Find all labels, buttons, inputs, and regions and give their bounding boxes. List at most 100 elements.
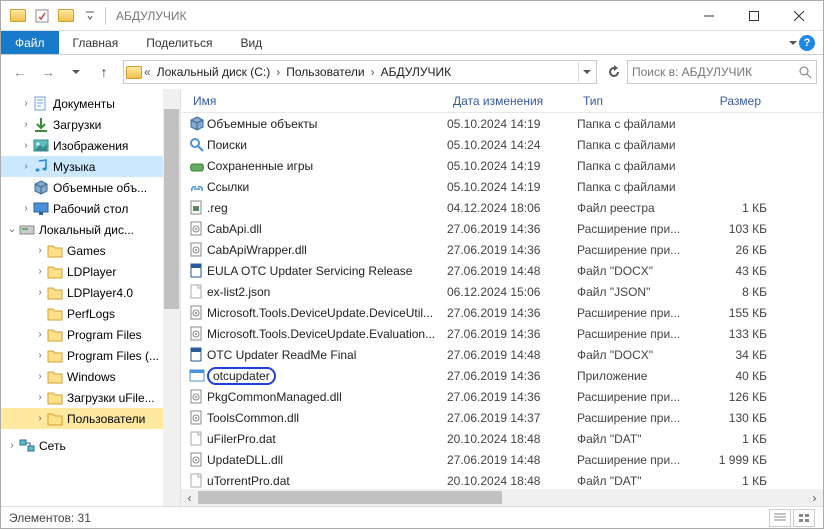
tree-item-label: Локальный дис... <box>39 223 134 237</box>
help-icon[interactable]: ? <box>799 35 815 51</box>
tree-item[interactable]: ›Документы <box>1 93 180 114</box>
tree-item[interactable]: ›LDPlayer4.0 <box>1 282 180 303</box>
file-row[interactable]: Microsoft.Tools.DeviceUpdate.DeviceUtil.… <box>181 302 823 323</box>
file-row[interactable]: Сохраненные игры05.10.2024 14:19Папка с … <box>181 155 823 176</box>
ribbon-expand-icon[interactable] <box>789 41 797 45</box>
tree-twisty-icon[interactable]: › <box>33 266 47 277</box>
file-row[interactable]: PkgCommonManaged.dll27.06.2019 14:36Расш… <box>181 386 823 407</box>
qat-new-folder-icon[interactable] <box>55 5 77 27</box>
tree-item[interactable]: ›Изображения <box>1 135 180 156</box>
file-row[interactable]: .reg04.12.2024 18:06Файл реестра1 КБ <box>181 197 823 218</box>
back-button[interactable]: ← <box>7 59 33 85</box>
tree-item[interactable]: ›Windows <box>1 366 180 387</box>
tree-twisty-icon[interactable]: › <box>19 98 33 109</box>
tree-twisty-icon[interactable]: › <box>33 371 47 382</box>
file-row[interactable]: Объемные объекты05.10.2024 14:19Папка с … <box>181 113 823 134</box>
tree-item-label: Рабочий стол <box>53 202 128 216</box>
tree-item[interactable]: › Рабочий стол <box>1 198 180 219</box>
col-date[interactable]: Дата изменения <box>447 94 577 108</box>
file-date: 27.06.2019 14:36 <box>447 327 577 341</box>
search-icon[interactable] <box>798 65 812 79</box>
tab-file[interactable]: Файл <box>1 31 59 54</box>
tree-item-label: Games <box>67 244 106 258</box>
tree-item-label: Объемные объ... <box>53 181 147 195</box>
chevron-right-icon[interactable]: › <box>371 65 375 79</box>
col-size[interactable]: Размер <box>707 94 767 108</box>
nav-tree: ›Документы›Загрузки›Изображения›Музыка Об… <box>1 89 181 506</box>
recent-locations-icon[interactable] <box>63 59 89 85</box>
file-row[interactable]: ex-list2.json06.12.2024 15:06Файл "JSON"… <box>181 281 823 302</box>
tree-item[interactable]: ›Пользователи <box>1 408 180 429</box>
tree-twisty-icon[interactable]: › <box>33 392 47 403</box>
file-size: 155 КБ <box>707 306 767 320</box>
tree-twisty-icon[interactable]: › <box>33 245 47 256</box>
address-dropdown-icon[interactable] <box>578 62 594 82</box>
col-type[interactable]: Тип <box>577 94 707 108</box>
tree-item[interactable]: ›Загрузки uFile... <box>1 387 180 408</box>
breadcrumb[interactable]: Локальный диск (C:) <box>153 65 275 79</box>
search-input[interactable]: Поиск в: АБДУЛУЧИК <box>627 60 817 84</box>
main-area: ›Документы›Загрузки›Изображения›Музыка Об… <box>1 89 823 506</box>
maximize-button[interactable] <box>731 1 776 30</box>
breadcrumb[interactable]: АБДУЛУЧИК <box>377 65 455 79</box>
tree-item[interactable]: ›Музыка <box>1 156 180 177</box>
tree-item[interactable]: ›Program Files (... <box>1 345 180 366</box>
tree-item[interactable]: › Games <box>1 240 180 261</box>
tree-item[interactable]: Объемные объ... <box>1 177 180 198</box>
tree-twisty-icon[interactable]: › <box>19 161 33 172</box>
col-name[interactable]: Имя <box>187 94 447 108</box>
large-icons-view-icon[interactable] <box>793 509 815 527</box>
file-row[interactable]: CabApiWrapper.dll27.06.2019 14:36Расшире… <box>181 239 823 260</box>
file-name: CabApi.dll <box>207 222 447 236</box>
minimize-button[interactable] <box>686 1 731 30</box>
tree-item[interactable]: ⌄ Локальный дис... <box>1 219 180 240</box>
tree-item[interactable]: ›Сеть <box>1 435 180 456</box>
tab-home[interactable]: Главная <box>59 31 133 54</box>
file-row[interactable]: OTC Updater ReadMe Final27.06.2019 14:48… <box>181 344 823 365</box>
scroll-left-icon[interactable]: ‹ <box>181 489 198 506</box>
tree-item[interactable]: ›Загрузки <box>1 114 180 135</box>
cube-icon <box>187 116 207 132</box>
file-type: Папка с файлами <box>577 159 707 173</box>
file-row[interactable]: uFilerPro.dat20.10.2024 18:48Файл "DAT"1… <box>181 428 823 449</box>
tree-twisty-icon[interactable]: › <box>19 119 33 130</box>
file-row[interactable]: UpdateDLL.dll27.06.2019 14:48Расширение … <box>181 449 823 470</box>
chevron-right-icon[interactable]: › <box>276 65 280 79</box>
tree-twisty-icon[interactable]: › <box>19 203 33 214</box>
file-row[interactable]: Поиски05.10.2024 14:24Папка с файлами <box>181 134 823 155</box>
chevron-right-icon[interactable]: « <box>144 65 151 79</box>
link-icon <box>187 179 207 195</box>
file-type: Расширение при... <box>577 411 707 425</box>
tree-item[interactable]: PerfLogs <box>1 303 180 324</box>
tree-twisty-icon[interactable]: › <box>5 440 19 451</box>
file-row[interactable]: ToolsCommon.dll27.06.2019 14:37Расширени… <box>181 407 823 428</box>
tree-twisty-icon[interactable]: › <box>33 350 47 361</box>
tree-twisty-icon[interactable]: › <box>33 329 47 340</box>
qat-dropdown-icon[interactable] <box>79 5 101 27</box>
forward-button[interactable]: → <box>35 59 61 85</box>
file-row[interactable]: CabApi.dll27.06.2019 14:36Расширение при… <box>181 218 823 239</box>
horizontal-scrollbar[interactable]: ‹ › <box>181 489 823 506</box>
tree-twisty-icon[interactable]: › <box>33 287 47 298</box>
tree-twisty-icon[interactable]: › <box>19 140 33 151</box>
tree-item[interactable]: ›Program Files <box>1 324 180 345</box>
tree-twisty-icon[interactable]: › <box>33 413 47 424</box>
tab-share[interactable]: Поделиться <box>132 31 226 54</box>
file-row[interactable]: Microsoft.Tools.DeviceUpdate.Evaluation.… <box>181 323 823 344</box>
breadcrumb[interactable]: Пользователи <box>282 65 368 79</box>
up-button[interactable]: ↑ <box>91 59 117 85</box>
scroll-right-icon[interactable]: › <box>806 489 823 506</box>
file-row[interactable]: EULA OTC Updater Servicing Release27.06.… <box>181 260 823 281</box>
refresh-button[interactable] <box>603 61 625 83</box>
file-row[interactable]: otcupdater27.06.2019 14:36Приложение40 К… <box>181 365 823 386</box>
close-button[interactable] <box>776 1 821 30</box>
address-bar[interactable]: « Локальный диск (C:) › Пользователи › А… <box>123 60 597 84</box>
qat-properties-icon[interactable] <box>31 5 53 27</box>
tab-view[interactable]: Вид <box>226 31 276 54</box>
details-view-icon[interactable] <box>769 509 791 527</box>
tree-twisty-icon[interactable]: ⌄ <box>5 224 19 235</box>
file-row[interactable]: Ссылки05.10.2024 14:19Папка с файлами <box>181 176 823 197</box>
tree-scrollbar[interactable] <box>163 89 180 506</box>
file-row[interactable]: uTorrentPro.dat20.10.2024 18:48Файл "DAT… <box>181 470 823 489</box>
tree-item[interactable]: ›LDPlayer <box>1 261 180 282</box>
